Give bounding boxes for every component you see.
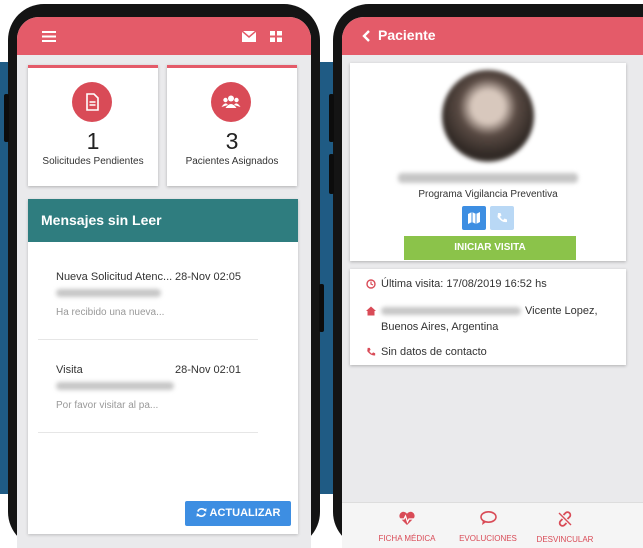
redacted-patient-name [398,173,578,183]
unlink-icon [558,511,572,527]
address-region: Buenos Aires, Argentina [381,321,499,333]
nav-label: FICHA MÉDICA [378,534,436,543]
phone-side-button [329,154,334,194]
phone-icon [367,347,376,356]
assigned-patients-card[interactable]: 3 Pacientes Asignados [167,65,297,186]
top-bar [17,17,311,55]
redacted-sender [56,289,161,297]
nav-medical-record[interactable]: FICHA MÉDICA [367,511,447,543]
last-visit: Última visita: 17/08/2019 16:52 hs [381,278,547,290]
users-icon [221,95,241,108]
mail-icon[interactable] [241,29,257,47]
unread-messages-panel: Mensajes sin Leer Nueva Solicitud Atenc.… [28,199,298,534]
top-bar: Paciente [342,17,643,55]
stat-label: Solicitudes Pendientes [42,156,144,167]
document-icon [86,93,99,111]
chat-icon [479,511,497,525]
call-button[interactable] [490,206,514,230]
program-name: Programa Vigilancia Preventiva [418,189,558,200]
back-arrow-icon[interactable] [362,29,370,47]
panel-title: Mensajes sin Leer [28,199,298,242]
message-date: 28-Nov 02:05 [175,271,242,283]
heart-pulse-icon [399,511,415,525]
nav-evolutions[interactable]: EVOLUCIONES [448,511,528,543]
message-preview: Ha recibido una nueva... [56,307,165,318]
map-icon [468,212,480,224]
page-title: Paciente [378,27,436,43]
patient-screen: Paciente Programa Vigilancia Preventiva … [342,17,643,548]
redacted-sender [56,382,174,390]
redacted-address [381,307,521,315]
bottom-nav: FICHA MÉDICA EVOLUCIONES DESVINCULAR [342,502,643,548]
patient-avatar [442,70,534,162]
phone-side-button [329,94,334,142]
nav-unlink[interactable]: DESVINCULAR [525,511,605,544]
message-date: 28-Nov 02:01 [175,364,242,376]
map-button[interactable] [462,206,486,230]
dashboard-screen: 1 Solicitudes Pendientes 3 Pacientes Asi… [17,17,311,548]
refresh-button[interactable]: ACTUALIZAR [185,501,291,526]
stat-icon-circle [72,82,112,122]
divider [38,432,258,433]
left-phone: 1 Solicitudes Pendientes 3 Pacientes Asi… [4,4,324,548]
clock-icon [366,279,376,289]
refresh-label: ACTUALIZAR [209,507,281,519]
address-city: Vicente Lopez, [525,305,598,317]
right-phone: Paciente Programa Vigilancia Preventiva … [329,4,643,548]
phone-side-button [4,94,9,142]
stat-value: 1 [86,128,100,154]
pending-requests-card[interactable]: 1 Solicitudes Pendientes [28,65,158,186]
menu-icon[interactable] [42,29,56,47]
phone-side-button [319,284,324,332]
stat-label: Pacientes Asignados [185,156,279,167]
start-visit-button[interactable]: INICIAR VISITA [404,236,576,260]
contact-info: Sin datos de contacto [381,346,487,358]
nav-label: EVOLUCIONES [459,534,517,543]
patient-details-card: Última visita: 17/08/2019 16:52 hs Vicen… [350,269,626,365]
nav-label: DESVINCULAR [536,535,594,544]
message-title: Nueva Solicitud Atenc... [56,271,173,283]
divider [38,339,258,340]
grid-icon[interactable] [270,29,282,47]
stat-value: 3 [225,128,239,154]
phone-icon [497,213,507,223]
message-preview: Por favor visitar al pa... [56,400,159,411]
refresh-icon [196,508,207,517]
patient-profile-card: Programa Vigilancia Preventiva INICIAR V… [350,63,626,261]
stat-icon-circle [211,82,251,122]
message-title: Visita [56,364,83,376]
home-icon [366,306,376,316]
